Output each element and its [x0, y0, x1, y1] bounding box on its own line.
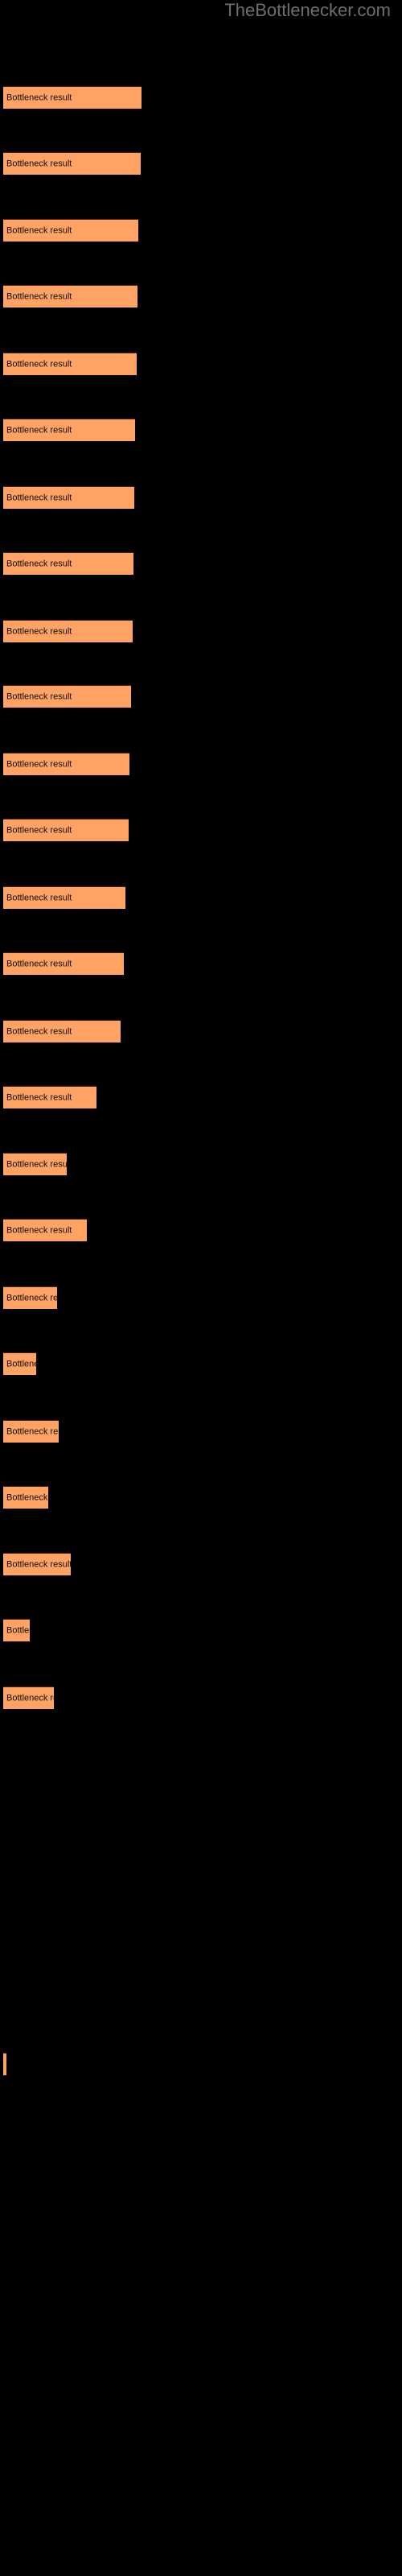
bar-18[interactable]: Bottleneck result — [3, 1219, 87, 1241]
bar-7[interactable]: Bottleneck result — [3, 486, 134, 509]
bar-label: Bottleneck result — [6, 359, 72, 369]
bar-label: Bottleneck result — [6, 291, 72, 301]
bottleneck-bar-chart: Bottleneck result Bottleneck result Bottle… — [0, 0, 402, 2576]
bar-4[interactable]: Bottleneck result — [3, 285, 137, 308]
bar-label: Bottleneck result — [6, 1693, 54, 1703]
bar-label: Bottleneck result — [6, 1026, 72, 1036]
bar-label: Bottleneck result — [6, 559, 72, 568]
bar-25[interactable]: Bottleneck result — [3, 1686, 54, 1709]
bar-label: Bottleneck result — [6, 225, 72, 235]
bar-12[interactable]: Bottleneck result — [3, 819, 129, 841]
bar-label: Bottleneck result — [6, 1159, 67, 1169]
bar-15[interactable]: Bottleneck result — [3, 1020, 121, 1042]
bar-label: Bottleneck result — [6, 93, 72, 102]
bar-label: Bottleneck result — [6, 959, 72, 968]
bar-label: Bottleneck result — [6, 493, 72, 502]
bar-label: Bottleneck result — [6, 1359, 36, 1368]
bar-3[interactable]: Bottleneck result — [3, 219, 138, 242]
bar-label: Bottleneck result — [6, 626, 72, 636]
bar-label: Bottleneck result — [6, 1092, 72, 1102]
bar-16[interactable]: Bottleneck result — [3, 1086, 96, 1108]
bar-label: Bottleneck result — [6, 1293, 57, 1302]
bar-17[interactable]: Bottleneck result — [3, 1153, 67, 1175]
bar-24[interactable]: Bottleneck result — [3, 1619, 30, 1641]
bar-10[interactable]: Bottleneck result — [3, 685, 131, 708]
bar-label: Bottleneck result — [6, 425, 72, 435]
bar-11[interactable]: Bottleneck result — [3, 753, 129, 775]
bar-21[interactable]: Bottleneck result — [3, 1420, 59, 1443]
page-root: TheBottlenecker.com Bottleneck result Bot… — [0, 0, 402, 2576]
bar-label: Bottleneck result — [6, 1625, 30, 1635]
bar-9[interactable]: Bottleneck result — [3, 620, 133, 642]
bar-2[interactable]: Bottleneck result — [3, 152, 141, 175]
bar-label: Bottleneck result — [6, 1426, 59, 1436]
bar-label: Bottleneck result — [6, 1225, 72, 1235]
bar-label: Bottleneck result — [6, 759, 72, 769]
bar-label: Bottleneck result — [6, 159, 72, 168]
bar-label: Bottleneck result — [6, 825, 72, 835]
bar-1[interactable]: Bottleneck result — [3, 86, 142, 109]
bar-23[interactable]: Bottleneck result — [3, 1553, 71, 1575]
bar-14[interactable]: Bottleneck result — [3, 952, 124, 975]
bar-13[interactable]: Bottleneck result — [3, 886, 125, 909]
bar-26[interactable]: Bottleneck result — [3, 2053, 6, 2075]
bar-label: Bottleneck result — [6, 691, 72, 701]
bar-5[interactable]: Bottleneck result — [3, 353, 137, 375]
bar-6[interactable]: Bottleneck result — [3, 419, 135, 441]
bar-label: Bottleneck result — [6, 893, 72, 902]
bar-label: Bottleneck result — [6, 1492, 48, 1502]
bar-label: Bottleneck result — [6, 1559, 71, 1569]
bar-8[interactable]: Bottleneck result — [3, 552, 133, 575]
bar-19[interactable]: Bottleneck result — [3, 1286, 57, 1309]
bar-20[interactable]: Bottleneck result — [3, 1352, 36, 1375]
bar-22[interactable]: Bottleneck result — [3, 1486, 48, 1509]
